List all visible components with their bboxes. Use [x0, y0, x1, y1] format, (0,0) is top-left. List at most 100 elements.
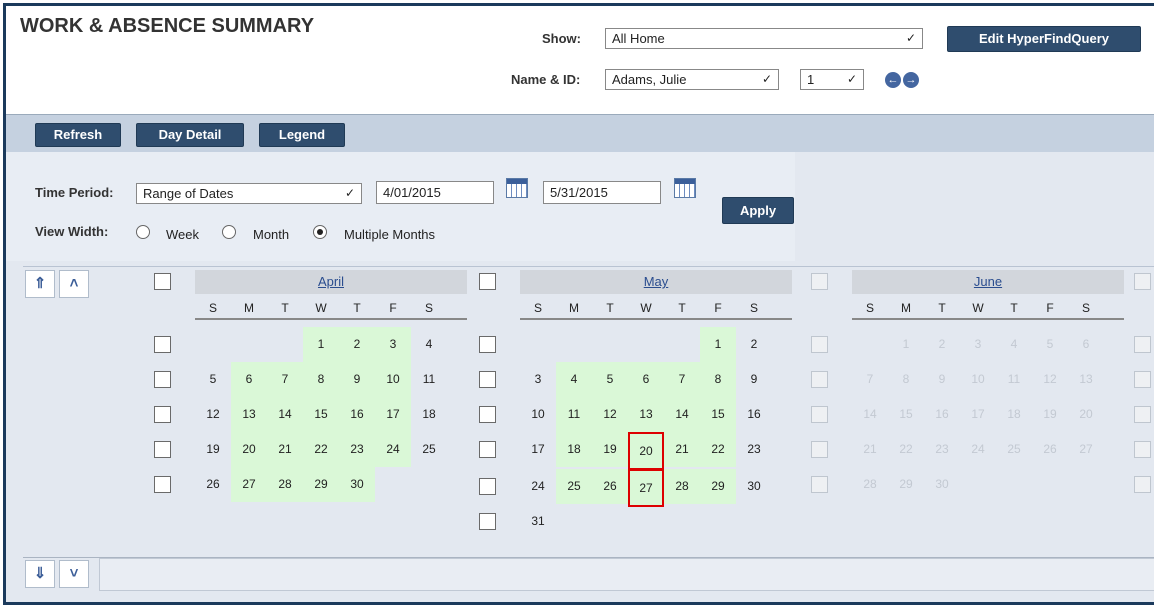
calendar-day[interactable]: 19 [592, 432, 628, 467]
week-select-checkbox[interactable] [479, 371, 496, 388]
name-select[interactable]: Adams, Julie ✓ [605, 69, 779, 90]
month-select-checkbox[interactable] [811, 273, 828, 290]
calendar-day[interactable]: 28 [664, 469, 700, 504]
calendar-day[interactable]: 11 [411, 362, 447, 397]
scroll-bottom-icon[interactable]: ⇓ [25, 560, 55, 588]
horizontal-scrollbar[interactable] [99, 558, 1154, 591]
month-radio[interactable] [222, 225, 236, 239]
calendar-day[interactable]: 16 [736, 397, 772, 432]
refresh-button[interactable]: Refresh [35, 123, 121, 147]
calendar-day[interactable]: 2 [736, 327, 772, 362]
calendar-day[interactable]: 23 [736, 432, 772, 467]
calendar-day[interactable]: 5 [195, 362, 231, 397]
calendar-day[interactable]: 8 [700, 362, 736, 397]
calendar-day[interactable]: 14 [664, 397, 700, 432]
calendar-day[interactable]: 29 [700, 469, 736, 504]
edit-hyperfind-button[interactable]: Edit HyperFindQuery [947, 26, 1141, 52]
calendar-day[interactable]: 17 [375, 397, 411, 432]
calendar-day[interactable]: 12 [195, 397, 231, 432]
calendar-day[interactable]: 12 [592, 397, 628, 432]
calendar-day[interactable]: 16 [339, 397, 375, 432]
calendar-day[interactable]: 28 [267, 467, 303, 502]
week-select-checkbox[interactable] [811, 371, 828, 388]
month-link-april[interactable]: April [318, 274, 344, 289]
calendar-day[interactable]: 13 [628, 397, 664, 432]
calendar-day[interactable]: 7 [664, 362, 700, 397]
scroll-top-icon[interactable]: ⇑ [25, 270, 55, 298]
calendar-icon[interactable] [674, 178, 696, 198]
week-select-checkbox[interactable] [154, 406, 171, 423]
start-date-input[interactable]: 4/01/2015 [376, 181, 494, 204]
calendar-day[interactable]: 10 [375, 362, 411, 397]
calendar-day[interactable]: 4 [411, 327, 447, 362]
calendar-day[interactable]: 20 [231, 432, 267, 467]
calendar-day[interactable]: 7 [267, 362, 303, 397]
calendar-day[interactable]: 24 [520, 469, 556, 504]
next-arrow-icon[interactable]: → [903, 72, 919, 88]
calendar-day[interactable]: 2 [339, 327, 375, 362]
week-select-checkbox[interactable] [154, 371, 171, 388]
calendar-day[interactable]: 21 [267, 432, 303, 467]
week-select-checkbox[interactable] [479, 513, 496, 530]
day-detail-button[interactable]: Day Detail [136, 123, 244, 147]
calendar-day[interactable]: 9 [339, 362, 375, 397]
week-select-checkbox[interactable] [154, 476, 171, 493]
week-select-checkbox[interactable] [154, 441, 171, 458]
week-select-checkbox[interactable] [479, 406, 496, 423]
calendar-day[interactable]: 15 [700, 397, 736, 432]
month-link-june[interactable]: June [974, 274, 1002, 289]
week-select-checkbox[interactable] [154, 336, 171, 353]
calendar-day[interactable]: 8 [303, 362, 339, 397]
calendar-day[interactable]: 24 [375, 432, 411, 467]
calendar-day[interactable]: 30 [339, 467, 375, 502]
month-select-checkbox[interactable] [154, 273, 171, 290]
calendar-day[interactable]: 18 [556, 432, 592, 467]
calendar-day[interactable]: 6 [231, 362, 267, 397]
multiple-months-radio[interactable] [313, 225, 327, 239]
end-date-input[interactable]: 5/31/2015 [543, 181, 661, 204]
calendar-day[interactable]: 21 [664, 432, 700, 467]
week-select-checkbox[interactable] [811, 336, 828, 353]
id-select[interactable]: 1 ✓ [800, 69, 864, 90]
month-link-may[interactable]: May [644, 274, 669, 289]
calendar-day[interactable]: 25 [556, 469, 592, 504]
week-radio[interactable] [136, 225, 150, 239]
calendar-day[interactable]: 23 [339, 432, 375, 467]
calendar-day[interactable]: 26 [195, 467, 231, 502]
calendar-day[interactable]: 27 [628, 469, 664, 507]
week-select-checkbox[interactable] [811, 476, 828, 493]
calendar-day[interactable]: 31 [520, 504, 556, 539]
calendar-day[interactable]: 19 [195, 432, 231, 467]
legend-button[interactable]: Legend [259, 123, 345, 147]
calendar-day[interactable]: 11 [556, 397, 592, 432]
calendar-day[interactable]: 5 [592, 362, 628, 397]
calendar-day[interactable]: 1 [700, 327, 736, 362]
show-select[interactable]: All Home ✓ [605, 28, 923, 49]
calendar-day[interactable]: 3 [520, 362, 556, 397]
calendar-day[interactable]: 1 [303, 327, 339, 362]
calendar-day[interactable]: 22 [700, 432, 736, 467]
week-select-checkbox[interactable] [811, 406, 828, 423]
calendar-day[interactable]: 4 [556, 362, 592, 397]
calendar-day[interactable]: 20 [628, 432, 664, 470]
calendar-day[interactable]: 29 [303, 467, 339, 502]
scroll-up-icon[interactable]: ˄ [59, 270, 89, 298]
calendar-day[interactable]: 15 [303, 397, 339, 432]
apply-button[interactable]: Apply [722, 197, 794, 224]
calendar-day[interactable]: 13 [231, 397, 267, 432]
calendar-day[interactable]: 10 [520, 397, 556, 432]
scroll-down-icon[interactable]: ˅ [59, 560, 89, 588]
calendar-day[interactable]: 18 [411, 397, 447, 432]
previous-arrow-icon[interactable]: ← [885, 72, 901, 88]
calendar-day[interactable]: 14 [267, 397, 303, 432]
calendar-day[interactable]: 17 [520, 432, 556, 467]
week-select-checkbox[interactable] [811, 441, 828, 458]
calendar-day[interactable]: 26 [592, 469, 628, 504]
calendar-day[interactable]: 27 [231, 467, 267, 502]
week-select-checkbox[interactable] [479, 336, 496, 353]
month-select-checkbox[interactable] [479, 273, 496, 290]
week-select-checkbox[interactable] [479, 478, 496, 495]
calendar-day[interactable]: 25 [411, 432, 447, 467]
calendar-icon[interactable] [506, 178, 528, 198]
calendar-day[interactable]: 22 [303, 432, 339, 467]
